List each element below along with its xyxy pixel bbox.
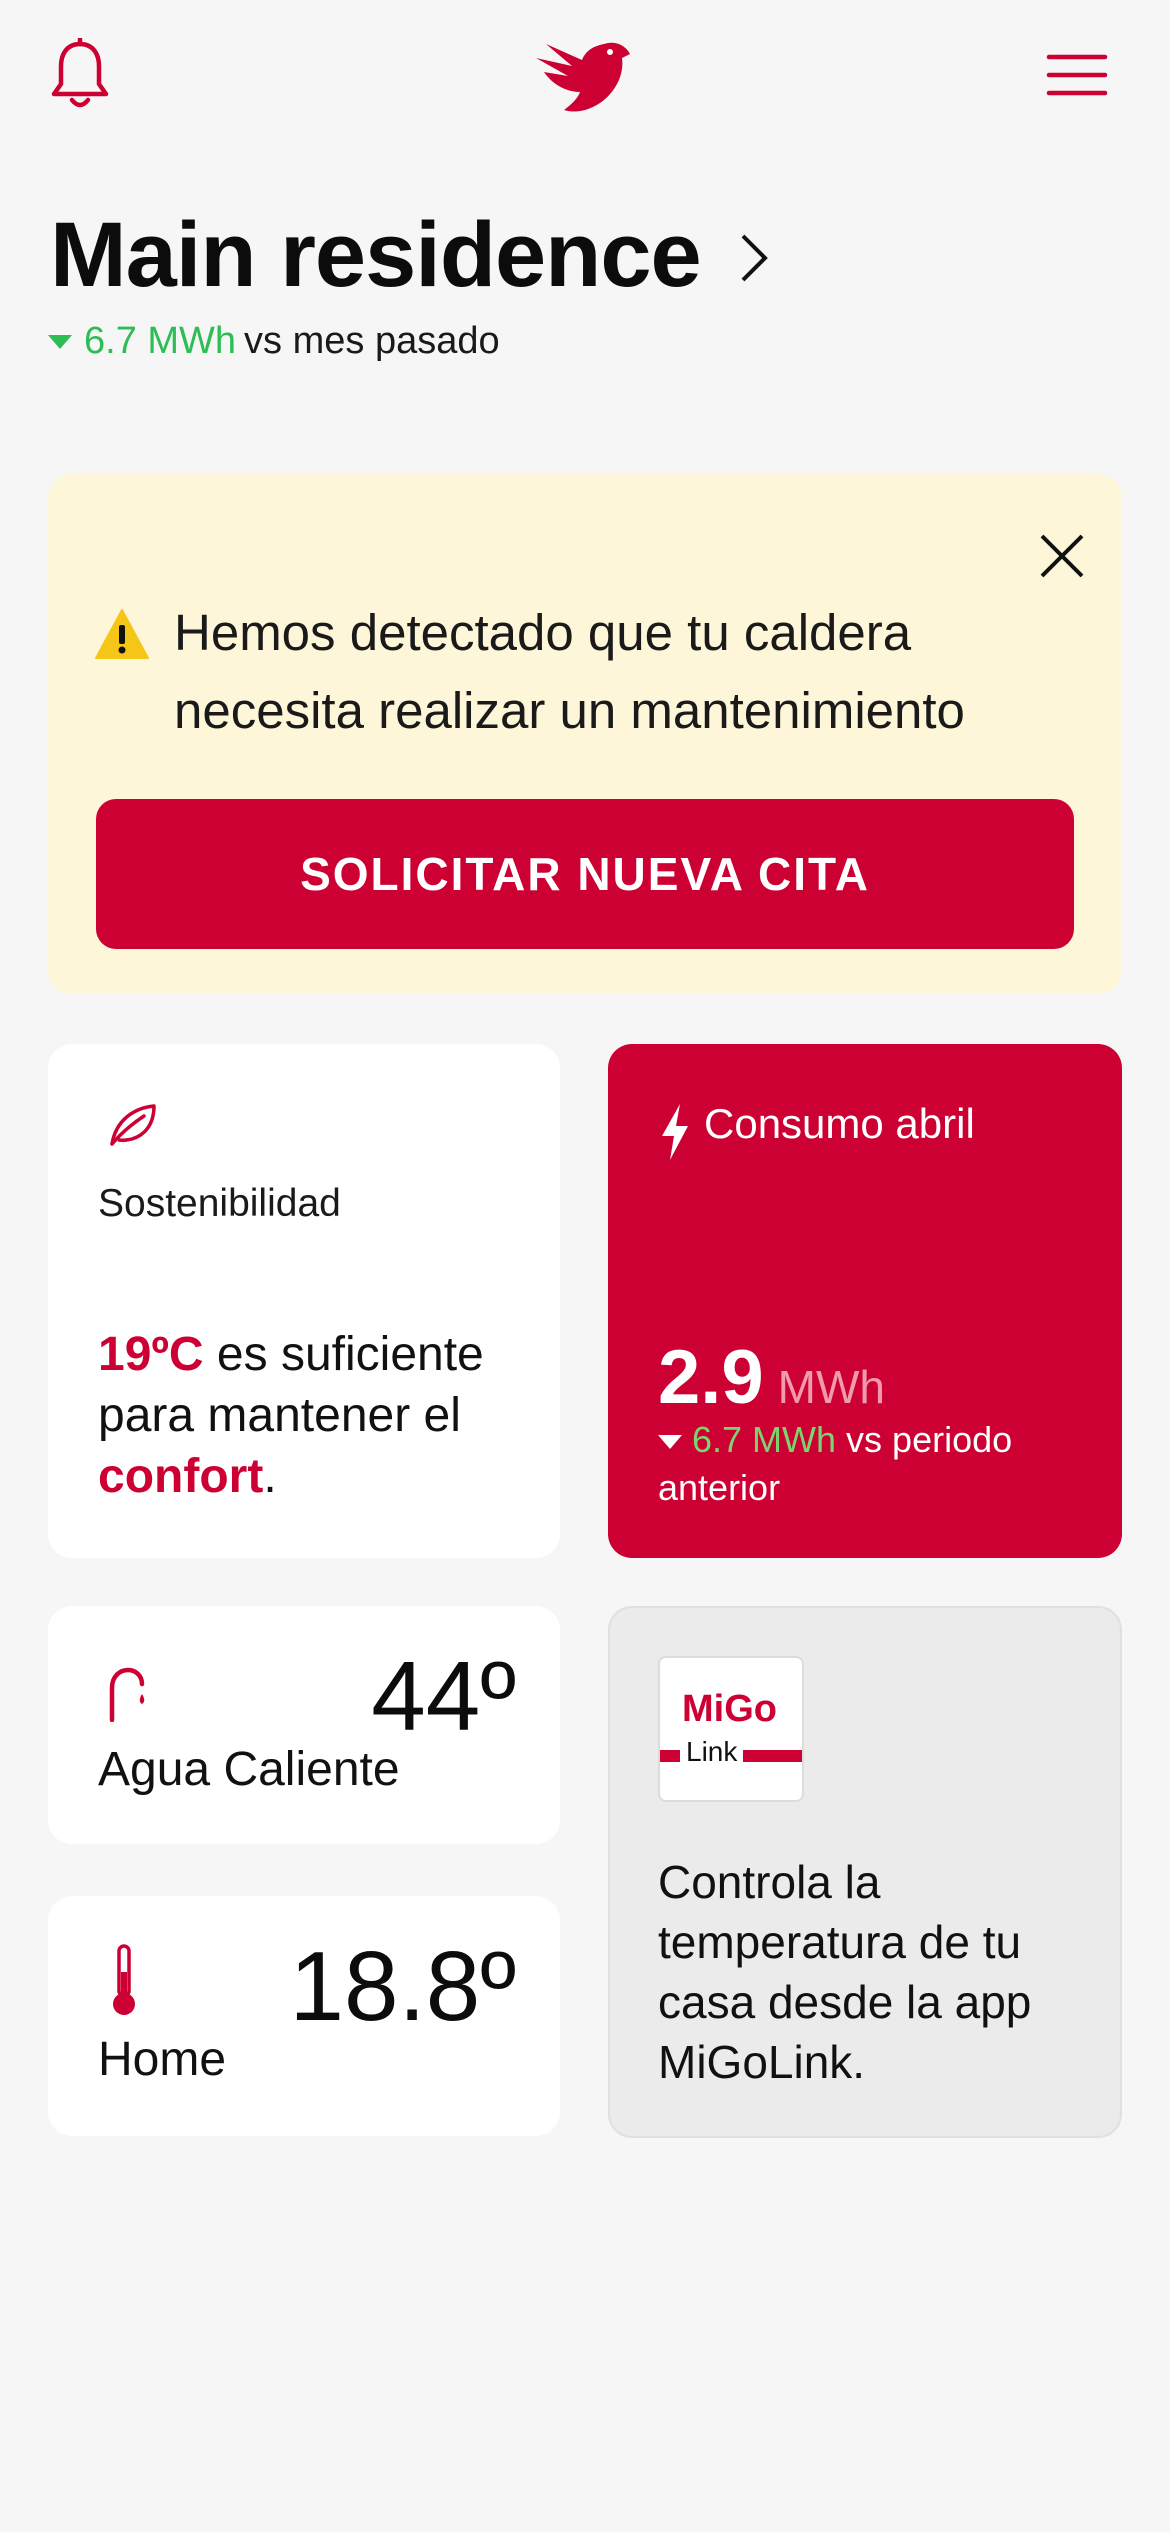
page-title: Main residence bbox=[50, 204, 702, 306]
down-arrow-icon bbox=[48, 334, 72, 349]
home-temperature-card[interactable]: 18.8º Home bbox=[48, 1896, 560, 2136]
sustainability-end: . bbox=[263, 1450, 277, 1503]
faucet-icon bbox=[109, 1667, 145, 1722]
migolink-logo-bottom: Link bbox=[680, 1734, 744, 1770]
sustainability-temp: 19ºC bbox=[98, 1328, 204, 1381]
close-icon bbox=[1040, 534, 1084, 578]
bird-logo-icon bbox=[536, 42, 630, 112]
sustainability-card[interactable]: Sostenibilidad 19ºC es suficiente para m… bbox=[48, 1044, 560, 1558]
sustainability-message: 19ºC es suficiente para mantener el conf… bbox=[98, 1324, 538, 1507]
consumption-delta-value: 6.7 MWh bbox=[692, 1419, 837, 1460]
hot-water-label: Agua Caliente bbox=[98, 1743, 400, 1796]
menu-button[interactable] bbox=[1032, 40, 1122, 110]
residence-delta-value: 6.7 MWh bbox=[84, 320, 237, 362]
thermometer-icon bbox=[113, 1944, 135, 2015]
hamburger-menu-icon bbox=[1046, 54, 1108, 96]
home-label: Home bbox=[98, 2033, 227, 2086]
residence-delta: 6.7 MWh vs mes pasado bbox=[48, 320, 500, 363]
migolink-promo-card[interactable]: MiGo Link Controla la temperatura de tu … bbox=[608, 1606, 1122, 2138]
consumption-unit: MWh bbox=[777, 1361, 885, 1413]
consumption-label: Consumo abril bbox=[704, 1100, 975, 1147]
residence-selector[interactable]: Main residence bbox=[50, 200, 775, 310]
chevron-right-icon bbox=[741, 234, 768, 282]
hot-water-card[interactable]: 44º Agua Caliente bbox=[48, 1606, 560, 1844]
hot-water-temperature: 44º bbox=[371, 1641, 516, 1751]
home-temperature: 18.8º bbox=[289, 1931, 516, 2041]
app-screen: Main residence 6.7 MWh vs mes pasado Hem… bbox=[0, 0, 1170, 2532]
brand-logo[interactable] bbox=[522, 28, 640, 124]
consumption-card[interactable]: Consumo abril 2.9 MWh 6.7 MWh vs periodo… bbox=[608, 1044, 1122, 1558]
leaf-icon bbox=[110, 1104, 156, 1146]
alert-close-button[interactable] bbox=[1032, 526, 1092, 586]
consumption-value: 2.9 MWh bbox=[658, 1334, 885, 1421]
consumption-number: 2.9 bbox=[658, 1335, 764, 1420]
request-appointment-button[interactable]: SOLICITAR NUEVA CITA bbox=[96, 799, 1074, 949]
sustainability-label: Sostenibilidad bbox=[98, 1182, 341, 1225]
sustainability-highlight: confort bbox=[98, 1450, 264, 1503]
warning-icon bbox=[95, 609, 149, 659]
alert-message: Hemos detectado que tu caldera necesita … bbox=[174, 604, 965, 739]
migolink-logo-top: MiGo bbox=[682, 1688, 777, 1730]
consumption-delta: 6.7 MWh vs periodo anterior bbox=[658, 1416, 1098, 1512]
residence-delta-label: vs mes pasado bbox=[244, 320, 500, 362]
migolink-logo: MiGo Link bbox=[658, 1656, 804, 1802]
lightning-icon bbox=[662, 1104, 688, 1160]
maintenance-alert: Hemos detectado que tu caldera necesita … bbox=[48, 474, 1122, 994]
bell-icon bbox=[51, 38, 109, 108]
notifications-button[interactable] bbox=[40, 30, 120, 120]
down-arrow-icon bbox=[658, 1435, 682, 1450]
migolink-promo-text: Controla la temperatura de tu casa desde… bbox=[658, 1856, 1032, 2088]
